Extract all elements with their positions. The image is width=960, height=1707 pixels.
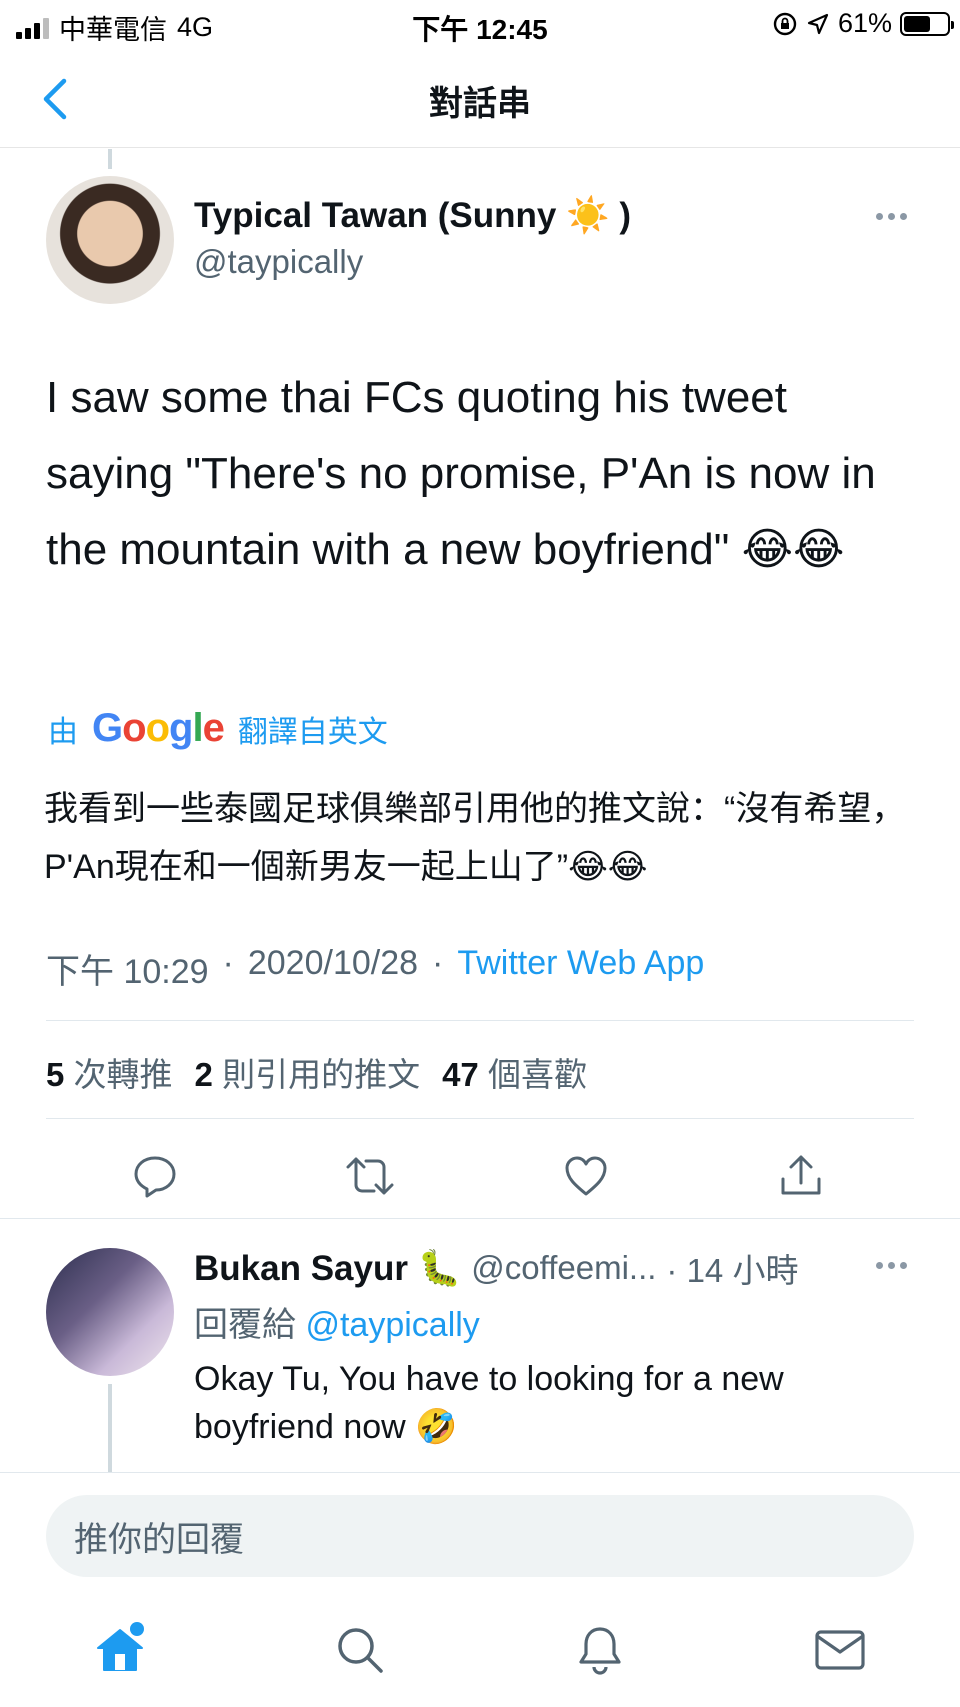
likes-stat[interactable]: 47 個喜歡	[442, 1048, 587, 1096]
engagement-stats: 5 次轉推 2 則引用的推文 47 個喜歡	[46, 1048, 587, 1096]
bell-icon	[579, 1627, 621, 1675]
tab-notifications[interactable]	[570, 1620, 630, 1680]
notification-dot	[130, 1622, 144, 1636]
author-avatar[interactable]	[46, 176, 174, 304]
reply-more-options-button[interactable]	[876, 1262, 907, 1269]
retweet-icon	[346, 1157, 394, 1195]
author-name[interactable]: Typical Tawan (Sunny ☀️ )	[194, 195, 631, 236]
replying-to-mention[interactable]: @taypically	[305, 1306, 479, 1344]
more-dots-icon	[876, 1262, 883, 1269]
thread-line	[108, 149, 112, 169]
reply-input[interactable]: 推你的回覆	[46, 1495, 914, 1577]
reply-author-avatar[interactable]	[46, 1248, 174, 1376]
tweet-time: 下午 10:29	[46, 953, 209, 991]
like-button[interactable]	[554, 1144, 618, 1208]
tweet-text: I saw some thai FCs quoting his tweet sa…	[46, 373, 876, 574]
location-arrow-icon	[807, 13, 829, 34]
status-bar: 中華電信 4G 下午 12:45 61%	[0, 0, 960, 50]
search-icon	[338, 1628, 383, 1673]
retweets-stat[interactable]: 5 次轉推	[46, 1048, 173, 1096]
tweet-date: 2020/10/28	[247, 944, 419, 982]
meta-separator: ·	[222, 944, 234, 982]
tweet-actions	[0, 1140, 960, 1222]
share-button[interactable]	[769, 1144, 833, 1208]
page-title: 對話串	[429, 85, 531, 123]
translate-prefix: 由	[48, 715, 78, 749]
reply-timestamp: · 14 小時	[666, 1252, 799, 1289]
mail-icon	[815, 1630, 865, 1670]
author-handle[interactable]: @taypically	[194, 243, 363, 281]
tab-bar	[0, 1610, 960, 1700]
tab-messages[interactable]	[810, 1620, 870, 1680]
divider	[46, 1118, 914, 1119]
reply-author-name[interactable]: Bukan Sayur 🐛	[194, 1248, 461, 1289]
more-dots-icon	[876, 213, 883, 220]
reply-author-handle[interactable]: @coffeemi...	[471, 1249, 656, 1287]
more-options-button[interactable]	[876, 213, 907, 220]
share-icon	[781, 1155, 821, 1195]
retweet-button[interactable]	[338, 1144, 402, 1208]
reply-text: Okay Tu, You have to looking for a new b…	[194, 1360, 784, 1446]
replying-to: 回覆給 @taypically	[194, 1306, 480, 1344]
tweet-metadata: 下午 10:29 · 2020/10/28 · Twitter Web App	[46, 944, 704, 993]
reply-header: Bukan Sayur 🐛 @coffeemi... · 14 小時	[194, 1244, 798, 1292]
translate-suffix: 翻譯自英文	[237, 715, 388, 749]
reply-button[interactable]	[123, 1144, 187, 1208]
thread-line	[108, 1384, 112, 1472]
quotes-stat[interactable]: 2 則引用的推文	[195, 1048, 421, 1096]
reply-icon	[134, 1156, 176, 1198]
translation-attribution[interactable]: 由 Google 翻譯自英文	[48, 706, 388, 751]
heart-icon	[565, 1156, 607, 1196]
tweet-source-link[interactable]: Twitter Web App	[457, 944, 704, 993]
divider	[46, 1020, 914, 1021]
translated-text: 我看到一些泰國足球俱樂部引用他的推文說：“沒有希望，P'An現在和一個新男友一起…	[44, 790, 906, 886]
battery-percentage: 61%	[837, 8, 892, 38]
tab-search[interactable]	[330, 1620, 390, 1680]
orientation-lock-icon	[773, 12, 797, 35]
navigation-header: 對話串	[0, 50, 960, 148]
section-divider	[0, 1218, 960, 1219]
tab-home[interactable]	[90, 1620, 150, 1680]
google-logo: Google	[92, 706, 225, 750]
meta-separator: ·	[432, 944, 444, 982]
battery-icon	[900, 11, 954, 36]
